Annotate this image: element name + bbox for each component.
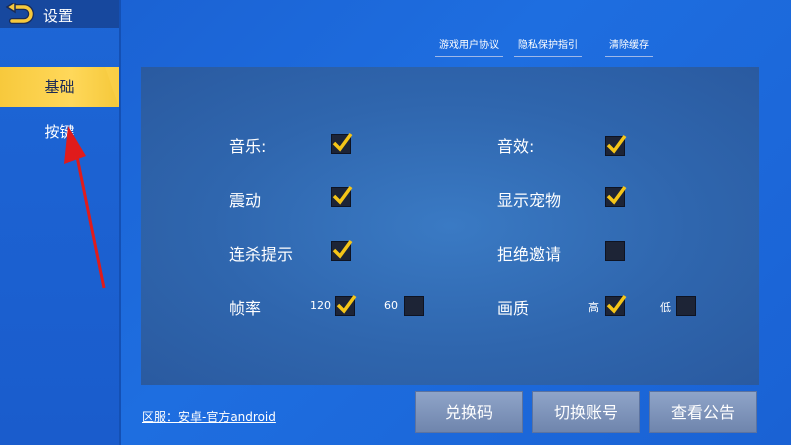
frame-rate-120-checkbox[interactable]: [335, 294, 357, 316]
frame-rate-120-label: 120: [310, 299, 331, 312]
sound-effects-checkbox[interactable]: [605, 134, 627, 156]
quality-low-checkbox[interactable]: [676, 296, 696, 316]
frame-rate-60-label: 60: [384, 299, 398, 312]
privacy-guide-link[interactable]: 隐私保护指引: [514, 36, 582, 57]
user-agreement-link[interactable]: 游戏用户协议: [435, 36, 503, 57]
sidebar-item-basic[interactable]: 基础: [0, 67, 119, 107]
reject-invites-label: 拒绝邀请: [497, 245, 562, 264]
clear-cache-link[interactable]: 清除缓存: [605, 36, 653, 57]
frame-rate-60-checkbox[interactable]: [404, 296, 424, 316]
sound-effects-label: 音效:: [497, 137, 535, 156]
quality-low-label: 低: [660, 301, 671, 314]
annotation-arrow-icon: [60, 120, 120, 295]
kill-tips-checkbox[interactable]: [331, 239, 353, 261]
reject-invites-checkbox[interactable]: [605, 241, 625, 261]
checkmark-icon: [336, 294, 357, 314]
checkmark-icon: [606, 294, 627, 314]
quality-high-label: 高: [588, 301, 599, 314]
quality-high-checkbox[interactable]: [605, 294, 627, 316]
checkmark-icon: [606, 185, 627, 205]
settings-panel: [141, 67, 759, 385]
checkmark-icon: [332, 239, 353, 259]
show-pet-checkbox[interactable]: [605, 185, 627, 207]
back-arrow-icon[interactable]: [4, 0, 36, 25]
frame-rate-label: 帧率: [229, 299, 262, 318]
page-title: 设置: [43, 7, 74, 25]
server-info-link[interactable]: 区服：安卓-官方android: [142, 408, 276, 425]
show-pet-label: 显示宠物: [497, 191, 562, 210]
kill-tips-label: 连杀提示: [229, 245, 294, 264]
switch-account-button[interactable]: 切换账号: [532, 391, 640, 433]
checkmark-icon: [332, 132, 353, 152]
checkmark-icon: [606, 134, 627, 154]
vibration-checkbox[interactable]: [331, 185, 353, 207]
vibration-label: 震动: [229, 191, 262, 210]
music-label: 音乐:: [229, 137, 267, 156]
music-checkbox[interactable]: [331, 132, 353, 154]
quality-label: 画质: [497, 299, 530, 318]
checkmark-icon: [332, 185, 353, 205]
sidebar-item-label: 基础: [44, 78, 75, 96]
redeem-code-button[interactable]: 兑换码: [415, 391, 523, 433]
view-announcement-button[interactable]: 查看公告: [649, 391, 757, 433]
